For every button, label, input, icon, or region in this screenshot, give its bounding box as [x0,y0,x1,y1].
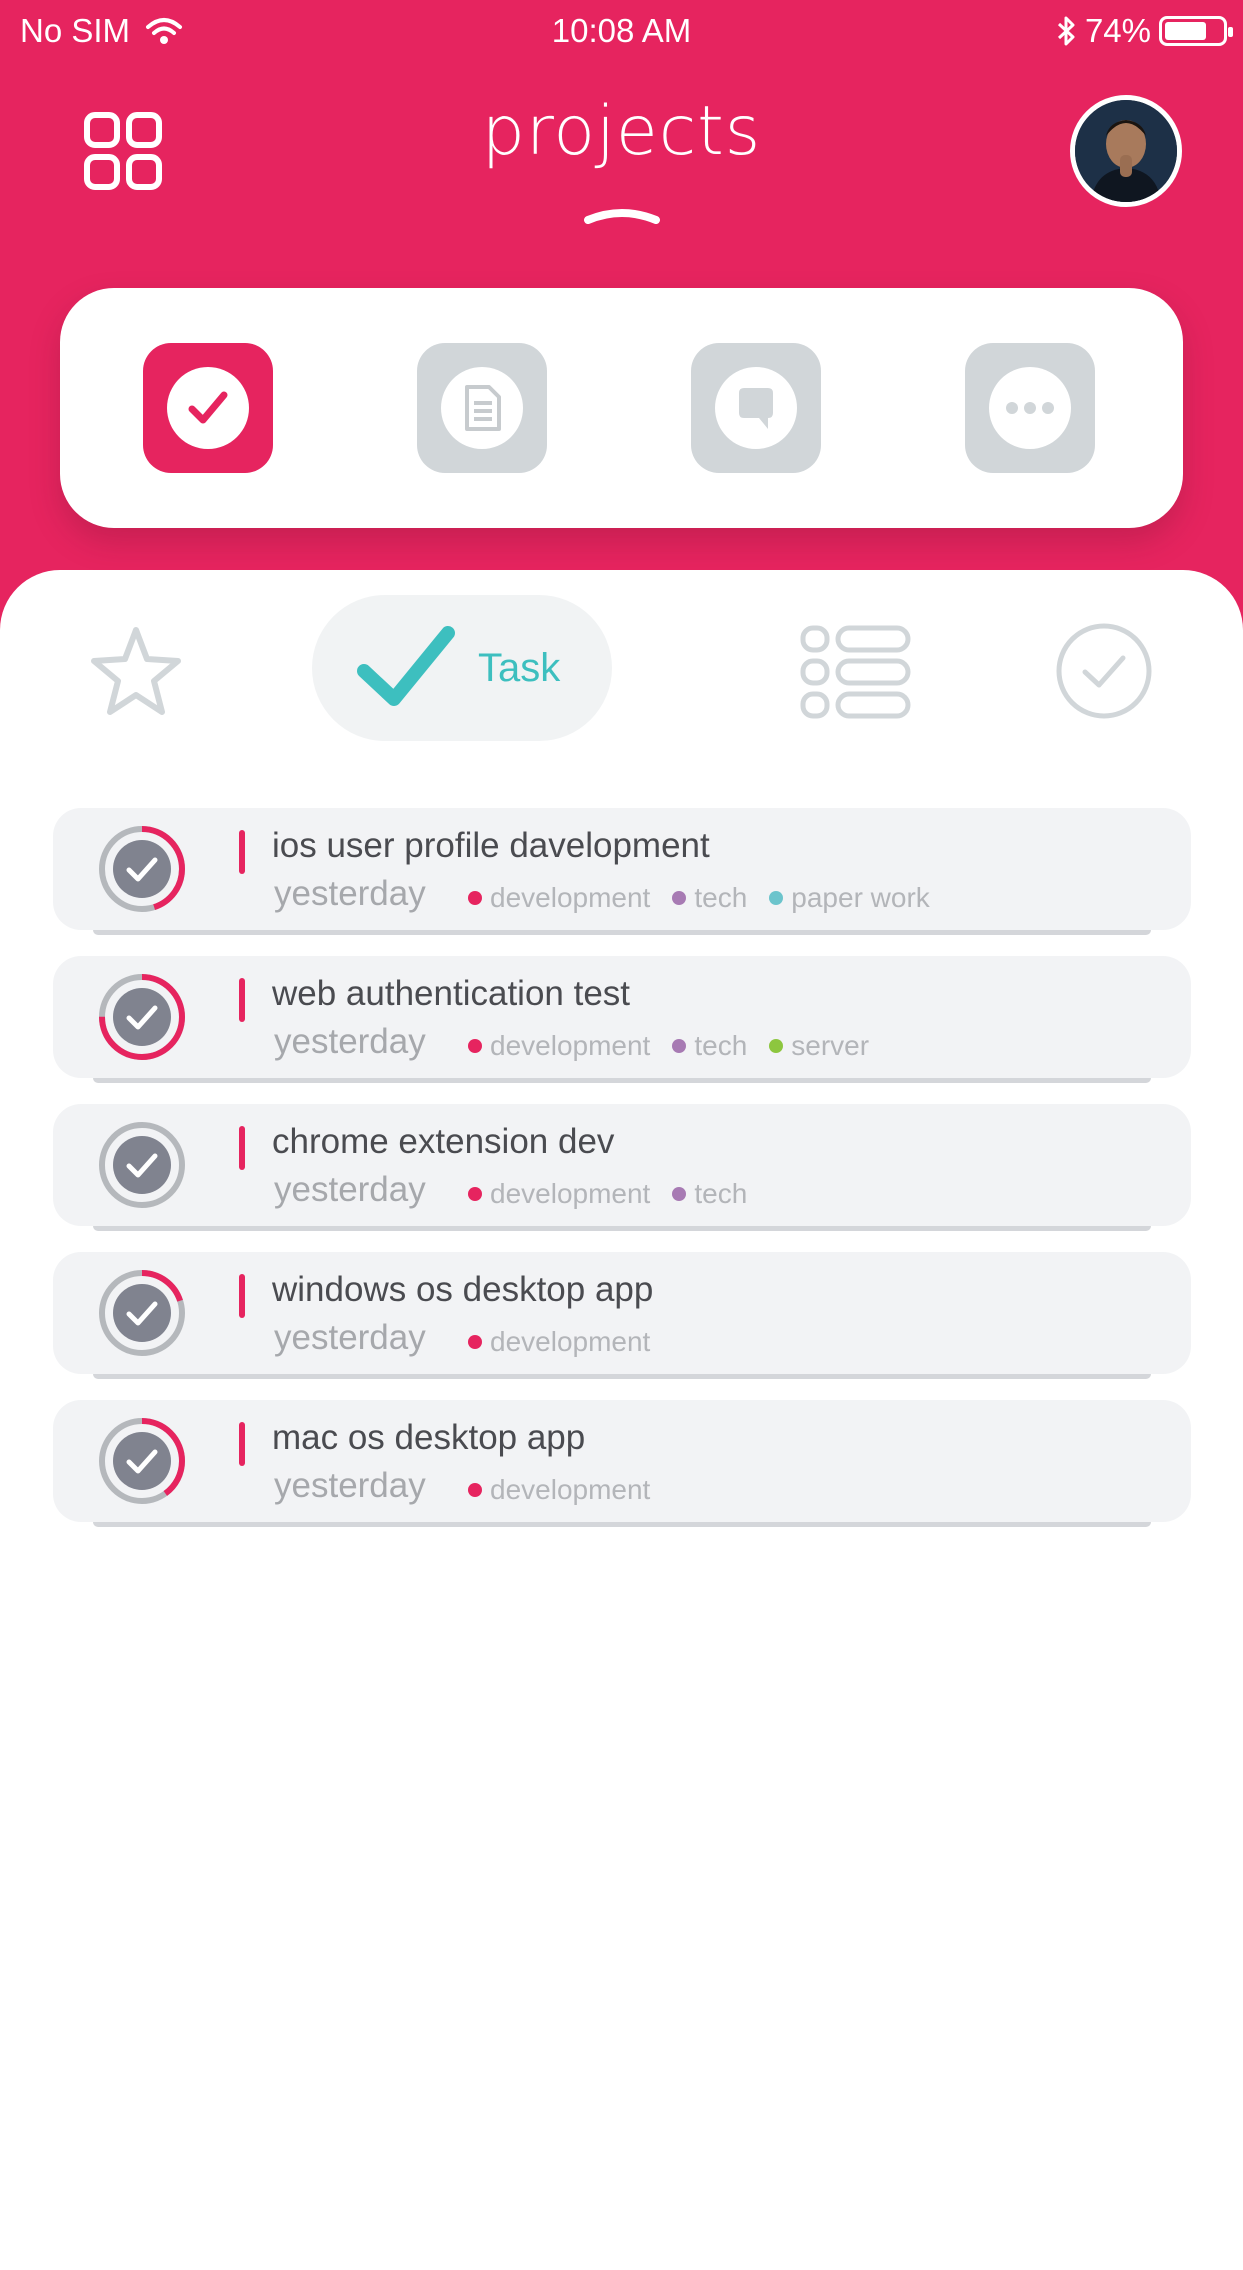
task-date: yesterday [274,874,426,913]
list-icon[interactable] [800,624,912,720]
task-row[interactable]: ios user profile davelopment yesterday d… [53,808,1191,935]
avatar[interactable] [1070,95,1182,207]
tag-dot [468,1187,482,1201]
check-icon [188,391,228,424]
progress-ring [99,826,185,912]
page-title: projects [481,92,762,171]
star-icon[interactable] [88,624,184,720]
bluetooth-icon [1057,16,1075,46]
task-date: yesterday [274,1318,426,1357]
tag-label: development [490,1474,651,1505]
tag-tech: tech [672,1178,747,1210]
check-icon [357,626,455,706]
task-tags: development tech paper work [468,882,930,914]
task-tags: development [468,1474,650,1506]
more-icon [1006,402,1054,414]
category-tasks-button[interactable] [143,343,273,473]
task-date: yesterday [274,1466,426,1505]
battery-info: 74% [1055,12,1233,50]
task-tags: development tech server [468,1030,869,1062]
task-tags: development tech [468,1178,747,1210]
priority-bar [239,830,245,874]
tag-tech: tech [672,1030,747,1062]
tag-label: development [490,1030,651,1061]
tag-dot [468,1039,482,1053]
chat-icon [739,388,773,429]
tag-dot [769,1039,784,1053]
priority-bar [239,1126,245,1170]
check-circle-icon[interactable] [1055,622,1153,720]
tag-development: development [468,1474,650,1506]
task-name: mac os desktop app [272,1418,586,1457]
tag-development: development [468,882,650,914]
tag-label: server [791,1030,870,1061]
category-card [60,288,1183,528]
progress-ring [99,1122,185,1208]
chevron-up-icon[interactable] [582,200,662,230]
app-header: No SIM 10:08 AM 74% projects [0,0,1243,640]
priority-bar [239,1422,245,1466]
category-notes-button[interactable] [417,343,547,473]
tag-dot [468,891,482,905]
tag-label: development [490,882,651,913]
task-tags: development [468,1326,650,1358]
status-bar: No SIM 10:08 AM 74% [0,0,1243,62]
priority-bar [239,978,245,1022]
tag-label: development [490,1326,651,1357]
battery-percent: 74% [1084,12,1151,49]
task-date: yesterday [274,1022,426,1061]
progress-ring [99,1270,185,1356]
tag-dot [468,1335,482,1349]
task-row[interactable]: mac os desktop app yesterday development [53,1400,1191,1527]
task-row[interactable]: windows os desktop app yesterday develop… [53,1252,1191,1379]
task-name: web authentication test [272,974,631,1013]
tag-server: server [769,1030,869,1062]
tag-dot [468,1483,482,1497]
tag-development: development [468,1326,650,1358]
task-row[interactable]: chrome extension dev yesterday developme… [53,1104,1191,1231]
tag-dot [672,1039,687,1053]
category-more-button[interactable] [965,343,1095,473]
progress-ring [99,1418,185,1504]
tag-tech: tech [672,882,747,914]
tag-label: paper work [791,882,930,913]
tag-dot [672,891,687,905]
battery-icon [1159,16,1233,46]
tab-task-label: Task [478,645,561,690]
document-icon [465,385,501,431]
tag-paper-work: paper work [769,882,930,914]
task-date: yesterday [274,1170,426,1209]
tag-label: tech [694,1030,748,1061]
task-name: ios user profile davelopment [272,826,710,865]
task-row[interactable]: web authentication test yesterday develo… [53,956,1191,1083]
tag-label: tech [694,882,748,913]
task-name: windows os desktop app [272,1270,654,1309]
priority-bar [239,1274,245,1318]
tag-dot [672,1187,687,1201]
tag-dot [769,891,784,905]
tab-task[interactable]: Task [312,595,612,741]
tag-label: development [490,1178,651,1209]
tag-development: development [468,1178,650,1210]
task-name: chrome extension dev [272,1122,615,1161]
tag-label: tech [694,1178,748,1209]
tag-development: development [468,1030,650,1062]
category-messages-button[interactable] [691,343,821,473]
progress-ring [99,974,185,1060]
user-avatar-icon [1075,100,1177,202]
